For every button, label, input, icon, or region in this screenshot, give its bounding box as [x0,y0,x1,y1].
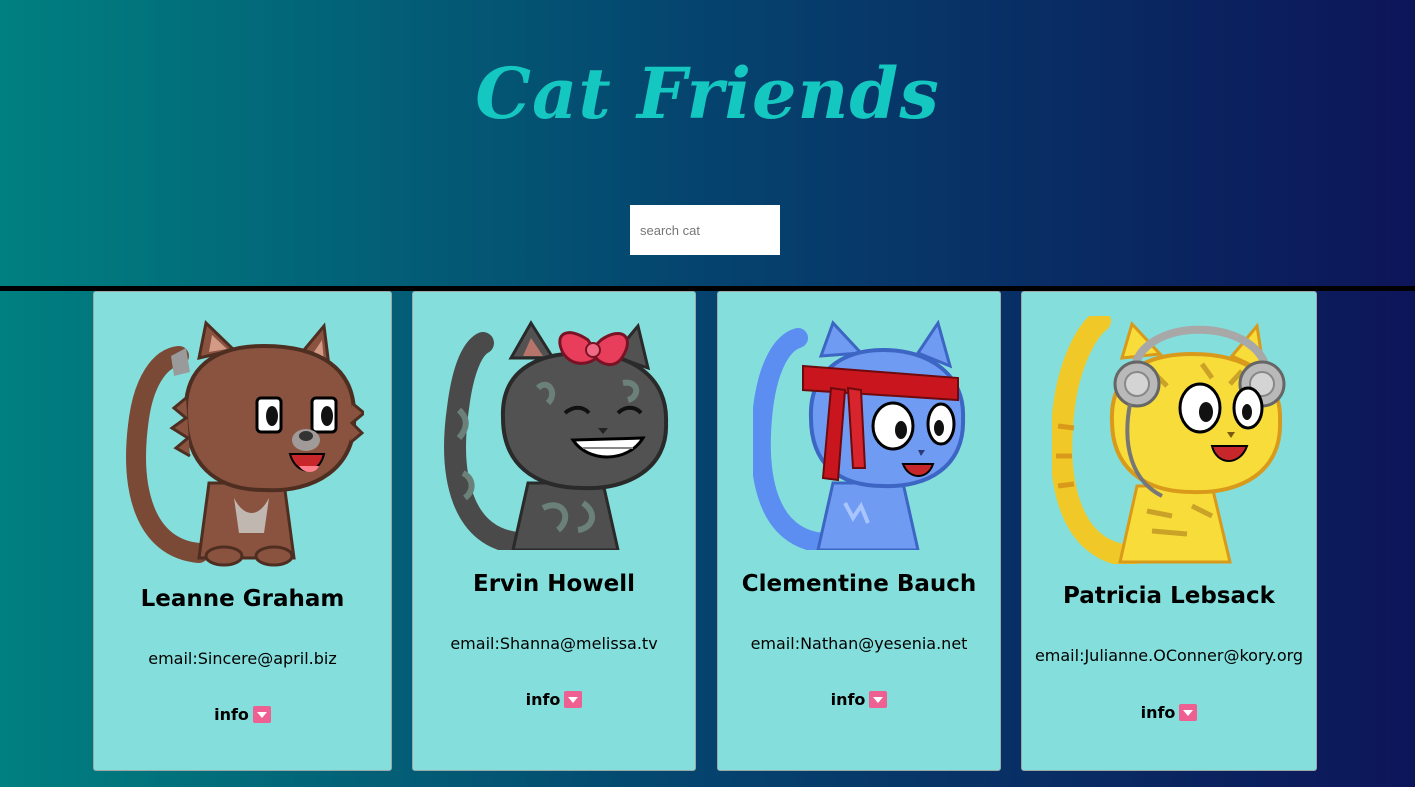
cat-email: email:Julianne.OConner@kory.org [1034,646,1304,665]
cat-name: Leanne Graham [140,586,345,612]
cat-card[interactable]: Patricia Lebsack email:Julianne.OConner@… [1021,291,1317,771]
info-label: info [214,705,249,724]
info-label: info [1140,703,1176,722]
info-label: info [525,690,561,709]
info-button[interactable]: info [718,690,1000,709]
caret-down-icon [252,706,271,723]
info-label: info [830,690,866,709]
cat-card[interactable]: Clementine Bauch email:Nathan@yesenia.ne… [717,291,1001,771]
cat-name: Clementine Bauch [741,571,977,597]
info-button[interactable]: info [413,690,695,709]
cat-email: email:Sincere@april.biz [148,649,337,668]
caret-down-icon [1179,704,1198,721]
page-header: Cat Friends [0,0,1415,286]
cat-name: Patricia Lebsack [1063,583,1275,609]
search-input[interactable] [630,205,780,255]
caret-down-icon [869,691,888,708]
cat-yellow-headphones-icon [1052,316,1286,564]
cat-name: Ervin Howell [473,571,635,597]
info-button[interactable]: info [94,705,391,724]
cat-email: email:Nathan@yesenia.net [750,634,968,653]
caret-down-icon [564,691,583,708]
page-title: Cat Friends [475,52,940,135]
cat-blue-headband-icon [753,319,966,550]
cat-brown-icon [126,320,364,567]
cat-grey-bow-icon [444,320,669,550]
cat-card[interactable]: Leanne Graham email:Sincere@april.biz in… [93,291,392,771]
info-button[interactable]: info [1022,703,1316,722]
cat-email: email:Shanna@melissa.tv [450,634,658,653]
cat-card[interactable]: Ervin Howell email:Shanna@melissa.tv inf… [412,291,696,771]
